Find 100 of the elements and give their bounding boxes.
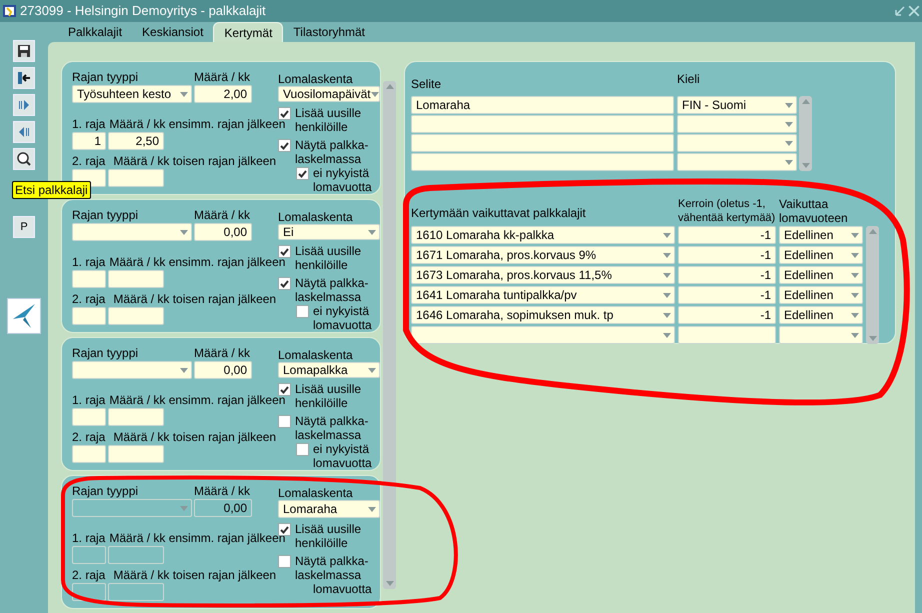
- input-field[interactable]: [108, 583, 164, 601]
- dropdown[interactable]: Lomapalkka: [278, 362, 380, 378]
- checkbox[interactable]: [296, 305, 309, 318]
- field-label: Määrä / kk toisen rajan jälkeen: [113, 568, 276, 582]
- input-field[interactable]: [108, 408, 164, 426]
- dropdown[interactable]: 1671 Lomaraha, pros.korvaus 9%: [411, 246, 675, 264]
- scroll-down-icon: [868, 336, 876, 341]
- input-field[interactable]: -1: [678, 306, 776, 324]
- input-field[interactable]: -1: [678, 266, 776, 284]
- dropdown[interactable]: FIN - Suomi: [677, 96, 797, 114]
- checkbox[interactable]: [278, 107, 291, 120]
- dropdown-arrow-icon: [851, 332, 859, 338]
- dropdown[interactable]: Edellinen: [779, 226, 863, 244]
- input-field[interactable]: [108, 546, 164, 564]
- checkbox-label: Lisää uusille henkilöille: [295, 382, 362, 410]
- logo-icon: [11, 303, 37, 329]
- dropdown[interactable]: 1673 Lomaraha, pros.korvaus 11,5%: [411, 266, 675, 284]
- dropdown-arrow-icon: [663, 292, 671, 298]
- dropdown-arrow-icon: [368, 506, 376, 512]
- exit-icon[interactable]: [13, 67, 35, 89]
- dropdown[interactable]: 1646 Lomaraha, sopimuksen muk. tp: [411, 306, 675, 324]
- checkmark-icon: [280, 280, 289, 288]
- field-label: Rajan tyyppi: [72, 484, 140, 498]
- next-icon[interactable]: [13, 94, 35, 116]
- dropdown-arrow-icon: [785, 102, 793, 108]
- scrollbar[interactable]: [383, 81, 396, 589]
- input-field[interactable]: [72, 270, 106, 288]
- dropdown[interactable]: Edellinen: [779, 246, 863, 264]
- dropdown[interactable]: Edellinen: [779, 286, 863, 304]
- input-field[interactable]: 0,00: [194, 361, 252, 379]
- input-field[interactable]: -1: [678, 226, 776, 244]
- dropdown-arrow-icon: [785, 140, 793, 146]
- dropdown[interactable]: [677, 134, 797, 152]
- dropdown-arrow-icon: [851, 292, 859, 298]
- input-field[interactable]: [108, 169, 164, 187]
- input-field[interactable]: [411, 134, 674, 152]
- dropdown-arrow-icon: [851, 272, 859, 278]
- scrollbar[interactable]: [866, 226, 879, 344]
- checkbox[interactable]: [296, 167, 309, 180]
- checkbox[interactable]: [278, 245, 291, 258]
- scroll-down-icon: [802, 163, 810, 168]
- scrollbar[interactable]: [799, 96, 812, 171]
- checkmark-icon: [280, 142, 289, 150]
- input-field[interactable]: 2,50: [108, 132, 164, 150]
- input-field[interactable]: [108, 270, 164, 288]
- field-label: Rajan tyyppi: [72, 346, 140, 360]
- dropdown-arrow-icon: [785, 160, 793, 164]
- dropdown-arrow-icon: [785, 122, 793, 126]
- dropdown[interactable]: [72, 223, 192, 241]
- save-icon[interactable]: [13, 40, 35, 62]
- dropdown[interactable]: [779, 326, 863, 344]
- checkbox[interactable]: [278, 415, 291, 428]
- input-field[interactable]: 2,00: [194, 85, 252, 103]
- checkbox[interactable]: [278, 139, 291, 152]
- input-field[interactable]: 1: [72, 132, 106, 150]
- input-field[interactable]: [108, 445, 164, 463]
- input-field[interactable]: Lomaraha: [411, 96, 674, 114]
- dropdown[interactable]: Ei: [278, 224, 380, 240]
- input-field[interactable]: -1: [678, 246, 776, 264]
- app-icon: [2, 3, 18, 19]
- scroll-down-icon: [386, 581, 394, 586]
- input-field[interactable]: [108, 307, 164, 325]
- dropdown[interactable]: 1610 Lomaraha kk-palkka: [411, 226, 675, 244]
- dropdown-arrow-icon: [663, 332, 671, 338]
- dropdown[interactable]: Edellinen: [779, 266, 863, 284]
- p-button[interactable]: P: [13, 216, 35, 238]
- input-field[interactable]: [678, 326, 776, 344]
- dropdown[interactable]: Vuosilomapäivät: [278, 86, 380, 102]
- input-field[interactable]: [72, 546, 106, 564]
- input-field[interactable]: [411, 153, 674, 171]
- input-field[interactable]: [72, 445, 106, 463]
- logo-button[interactable]: [7, 298, 41, 334]
- dropdown[interactable]: [411, 326, 675, 344]
- input-field[interactable]: [72, 408, 106, 426]
- dropdown[interactable]: 1641 Lomaraha tuntipalkka/pv: [411, 286, 675, 304]
- dropdown[interactable]: [677, 153, 797, 171]
- search-icon[interactable]: [13, 148, 35, 170]
- dropdown[interactable]: [72, 361, 192, 379]
- tab[interactable]: Kertymät: [213, 22, 284, 42]
- previous-icon[interactable]: [13, 121, 35, 143]
- dropdown[interactable]: Työsuhteen kesto: [72, 85, 192, 103]
- dropdown-arrow-icon: [368, 368, 376, 372]
- column-header: Vaikuttaa lomavuoteen: [779, 197, 849, 225]
- checkbox[interactable]: [278, 383, 291, 396]
- dropdown[interactable]: Edellinen: [779, 306, 863, 324]
- checkbox-label: Lisää uusille henkilöille: [295, 244, 362, 272]
- scroll-up-icon: [802, 99, 810, 104]
- close-icon[interactable]: [908, 5, 920, 17]
- checkbox[interactable]: [296, 443, 309, 456]
- input-field[interactable]: [72, 307, 106, 325]
- dropdown-arrow-icon: [180, 92, 188, 96]
- input-field[interactable]: [411, 115, 674, 133]
- column-header: Kerroin (oletus -1, vähentää kertymää): [678, 197, 776, 225]
- dropdown-arrow-icon: [663, 312, 671, 318]
- input-field[interactable]: 0,00: [194, 223, 252, 241]
- input-field[interactable]: -1: [678, 286, 776, 304]
- checkbox[interactable]: [278, 277, 291, 290]
- field-label: Selite: [411, 77, 442, 91]
- field-label: 1. raja: [72, 117, 106, 131]
- dropdown[interactable]: [677, 115, 797, 133]
